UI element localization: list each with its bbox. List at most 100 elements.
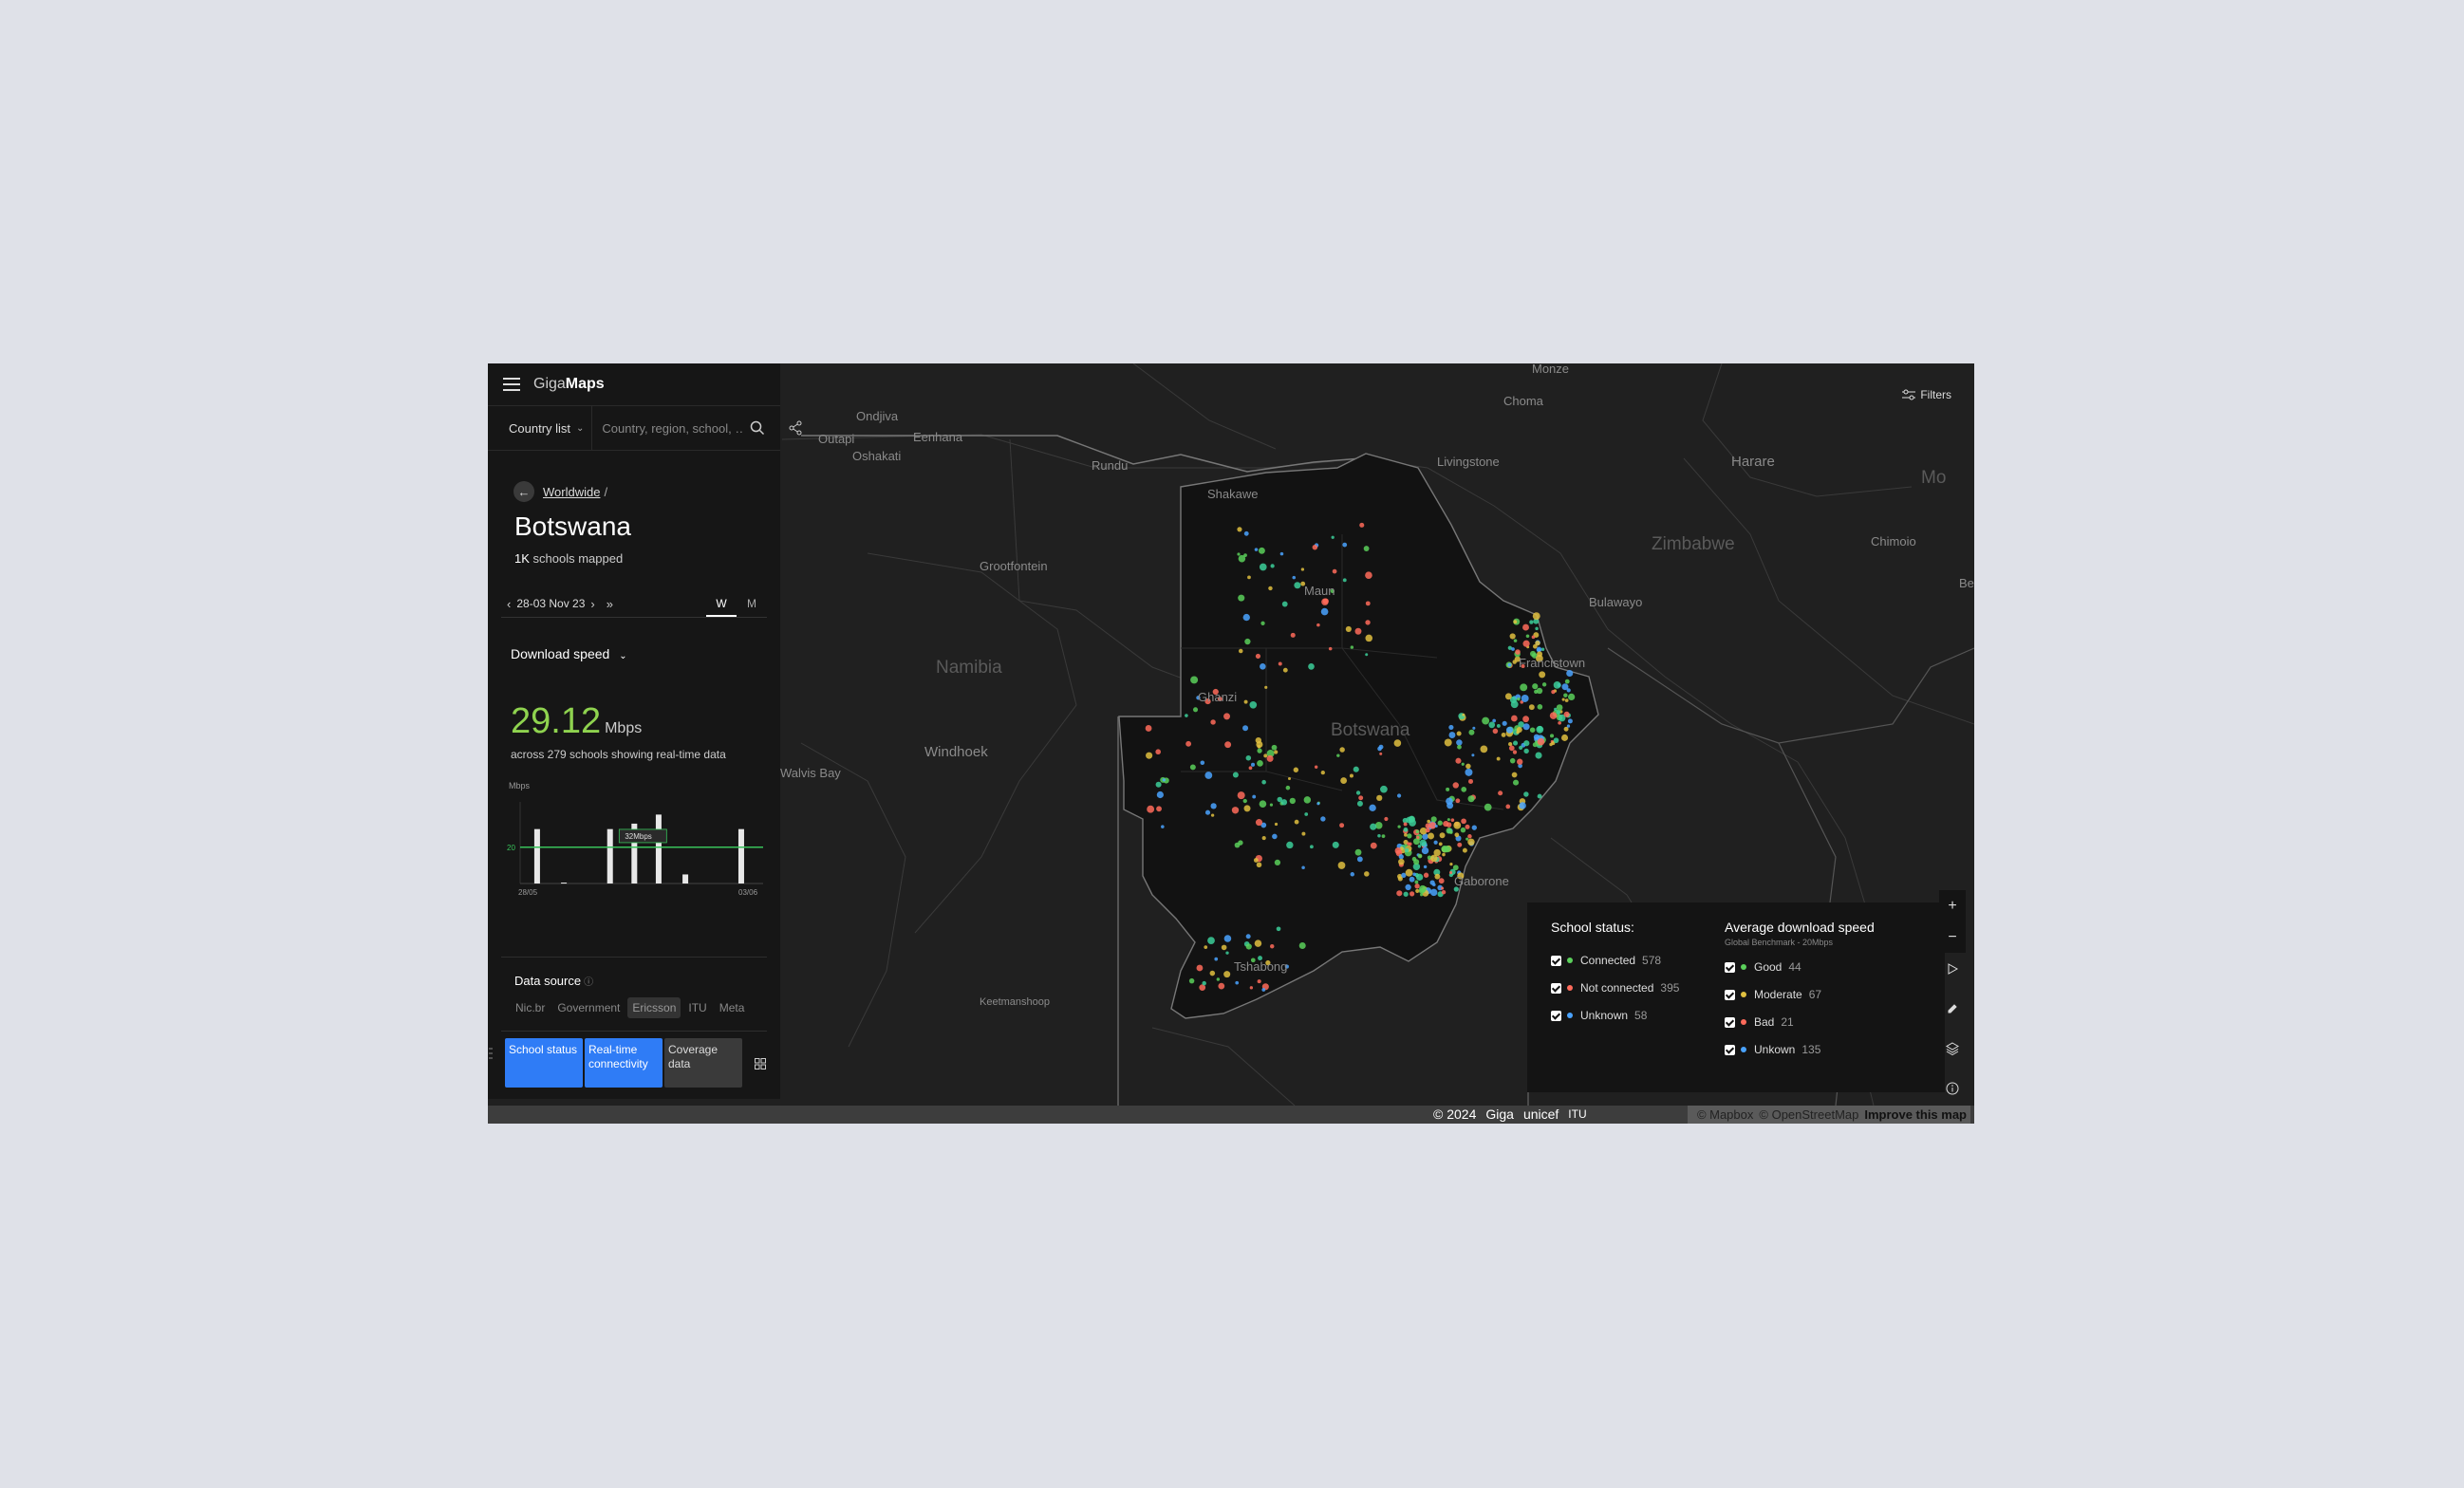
school-dot[interactable] <box>1465 768 1473 776</box>
school-dot[interactable] <box>1461 787 1467 792</box>
school-dot[interactable] <box>1256 862 1262 868</box>
school-dot[interactable] <box>1428 832 1435 840</box>
school-dot[interactable] <box>1266 754 1274 762</box>
school-dot[interactable] <box>1409 876 1415 883</box>
school-dot[interactable] <box>1522 623 1529 631</box>
school-dot[interactable] <box>1549 734 1555 738</box>
school-dot[interactable] <box>1568 693 1576 701</box>
school-dot[interactable] <box>1308 663 1315 670</box>
school-dot[interactable] <box>1354 848 1362 856</box>
legend-item-good[interactable]: Good 44 <box>1725 959 1875 975</box>
school-dot[interactable] <box>1523 791 1529 797</box>
school-dot[interactable] <box>1293 767 1299 772</box>
school-dot[interactable] <box>1519 802 1526 809</box>
school-dot[interactable] <box>1301 865 1305 869</box>
school-dot[interactable] <box>1437 820 1443 826</box>
school-dot[interactable] <box>1403 891 1409 897</box>
school-dot[interactable] <box>1320 607 1329 616</box>
school-dot[interactable] <box>1370 842 1377 849</box>
legend-item-not-connected[interactable]: Not connected 395 <box>1551 980 1679 995</box>
school-dot[interactable] <box>1405 884 1411 891</box>
school-dot[interactable] <box>1192 707 1199 713</box>
school-dot[interactable] <box>1255 819 1263 827</box>
school-dot[interactable] <box>1457 842 1463 847</box>
school-dot[interactable] <box>1553 680 1561 689</box>
school-dot[interactable] <box>1242 725 1249 732</box>
school-dot[interactable] <box>1286 841 1294 849</box>
school-dot[interactable] <box>1276 926 1281 932</box>
share-icon[interactable] <box>788 420 803 436</box>
school-dot[interactable] <box>1471 753 1475 757</box>
layers-icon[interactable] <box>1939 1035 1966 1062</box>
school-dot[interactable] <box>1510 700 1519 709</box>
school-dot[interactable] <box>1369 804 1376 812</box>
school-dot[interactable] <box>1251 762 1256 767</box>
school-dot[interactable] <box>1533 734 1540 740</box>
school-dot[interactable] <box>1405 868 1413 877</box>
school-dot[interactable] <box>1462 713 1465 716</box>
tab-itu[interactable]: ITU <box>683 997 711 1018</box>
school-dot[interactable] <box>1274 859 1281 866</box>
school-dot[interactable] <box>1441 889 1447 895</box>
school-dot[interactable] <box>1218 982 1225 990</box>
school-dot[interactable] <box>1290 632 1296 638</box>
school-dot[interactable] <box>1242 798 1247 804</box>
school-dot[interactable] <box>1430 816 1437 823</box>
school-dot[interactable] <box>1468 729 1475 735</box>
checkbox[interactable] <box>1551 982 1561 994</box>
school-dot[interactable] <box>1185 714 1188 717</box>
chart-bar[interactable] <box>607 828 613 884</box>
school-dot[interactable] <box>1188 977 1195 984</box>
tab-week[interactable]: W <box>706 590 737 617</box>
double-chevron-right-icon[interactable]: » <box>601 597 619 611</box>
school-dot[interactable] <box>1501 732 1506 737</box>
school-dot[interactable] <box>1363 546 1370 551</box>
tab-meta[interactable]: Meta <box>715 997 750 1018</box>
school-dot[interactable] <box>1416 835 1420 840</box>
school-dot[interactable] <box>1209 970 1216 976</box>
school-dot[interactable] <box>1567 718 1573 724</box>
school-dot[interactable] <box>1566 724 1571 728</box>
school-dot[interactable] <box>1438 842 1443 846</box>
school-dot[interactable] <box>1281 601 1288 607</box>
school-dot[interactable] <box>1563 711 1570 717</box>
school-dot[interactable] <box>1505 726 1514 734</box>
school-dot[interactable] <box>1238 648 1243 654</box>
school-dot[interactable] <box>1342 542 1348 548</box>
school-dot[interactable] <box>1409 891 1415 897</box>
school-dot[interactable] <box>1260 663 1266 670</box>
school-dot[interactable] <box>1249 700 1258 709</box>
school-dot[interactable] <box>1237 527 1242 532</box>
school-dot[interactable] <box>1393 739 1402 747</box>
zoom-out-icon[interactable]: − <box>1948 929 1956 946</box>
school-dot[interactable] <box>1243 530 1249 536</box>
school-dot[interactable] <box>1531 635 1536 640</box>
school-dot[interactable] <box>1257 748 1262 753</box>
chevron-left-icon[interactable]: ‹ <box>501 597 516 611</box>
school-dot[interactable] <box>1535 626 1539 631</box>
school-dot[interactable] <box>1444 738 1452 747</box>
school-dot[interactable] <box>1339 823 1345 828</box>
school-dot[interactable] <box>1257 760 1263 767</box>
school-dot[interactable] <box>1551 690 1556 695</box>
school-dot[interactable] <box>1204 809 1211 815</box>
school-dot[interactable] <box>1496 723 1501 728</box>
school-dot[interactable] <box>1254 548 1259 551</box>
chart-bar[interactable] <box>533 828 540 884</box>
school-dot[interactable] <box>1398 858 1405 865</box>
school-dot[interactable] <box>1442 852 1446 857</box>
school-dot[interactable] <box>1465 824 1470 829</box>
school-dot[interactable] <box>1406 816 1413 824</box>
school-dot[interactable] <box>1377 833 1381 838</box>
school-dot[interactable] <box>1221 944 1227 951</box>
school-dot[interactable] <box>1242 613 1250 622</box>
school-dot[interactable] <box>1189 764 1196 771</box>
school-dot[interactable] <box>1482 716 1490 725</box>
school-dot[interactable] <box>1537 793 1542 799</box>
school-dot[interactable] <box>1519 745 1523 750</box>
school-dot[interactable] <box>1320 816 1326 822</box>
school-dot[interactable] <box>1444 846 1451 853</box>
school-dot[interactable] <box>1245 934 1251 939</box>
school-dot[interactable] <box>1455 757 1462 764</box>
chart-bar[interactable] <box>737 828 744 884</box>
